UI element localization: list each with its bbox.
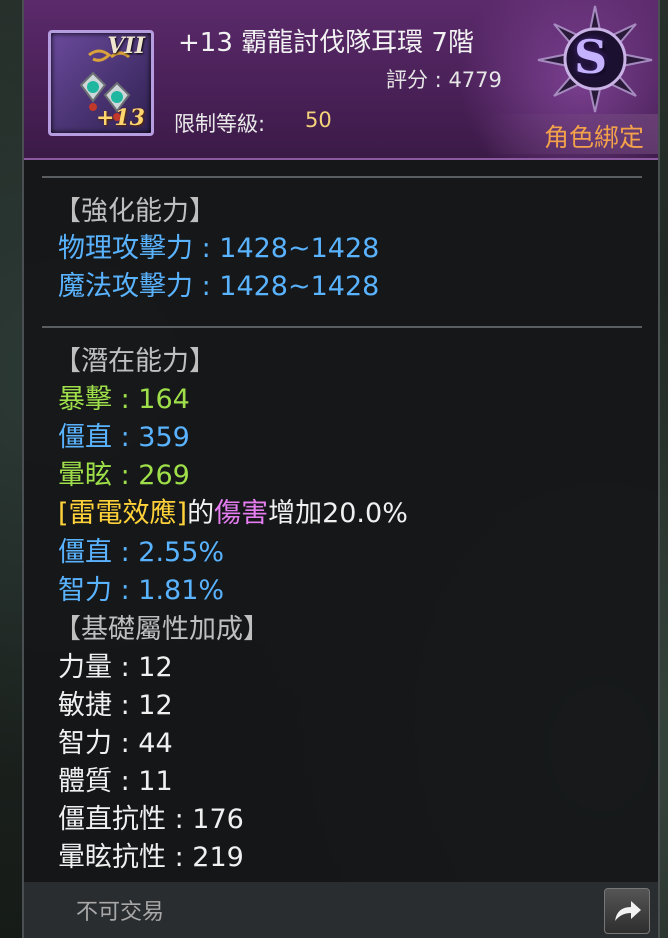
bind-status-label: 角色綁定: [543, 123, 644, 152]
effect-value: 增加20.0%: [268, 498, 408, 529]
base-stats-header: 【基礎屬性加成】: [54, 614, 270, 645]
item-enhance-label: +13: [95, 105, 145, 131]
level-requirement-value: 50: [305, 108, 332, 132]
intelligence-percent-stat: 智力 : 1.81%: [58, 575, 225, 606]
magic-attack-stat: 魔法攻擊力 : 1428~1428: [58, 271, 380, 302]
rank-badge: S: [536, 4, 654, 114]
share-arrow-icon: [615, 901, 641, 921]
item-score: 評分 : 4779: [386, 64, 502, 94]
level-requirement-label: 限制等級:: [174, 112, 266, 136]
earring-icon: VII +13: [48, 30, 154, 136]
enhance-header: 【強化能力】: [54, 196, 216, 227]
score-value: 4779: [448, 68, 502, 92]
intelligence-stat: 智力 : 44: [58, 728, 173, 759]
tooltip-footer: 不可交易: [24, 882, 658, 938]
rank-letter: S: [574, 30, 608, 84]
stiffness-resist-stat: 僵直抗性 : 176: [58, 804, 244, 835]
physical-attack-stat: 物理攻擊力 : 1428~1428: [58, 233, 380, 264]
strength-stat: 力量 : 12: [58, 652, 173, 683]
damage-word: 傷害: [214, 498, 269, 529]
trade-status: 不可交易: [76, 900, 165, 925]
stiffness-stat: 僵直 : 359: [58, 422, 190, 453]
item-title: +13 霸龍討伐隊耳環 7階: [178, 28, 474, 58]
crit-stat: 暴擊 : 164: [58, 384, 190, 415]
vitality-stat: 體質 : 11: [58, 766, 173, 797]
bind-status: 角色綁定: [480, 114, 658, 154]
item-tooltip: VII +13 +13 霸龍討伐隊耳環 7階 評分 : 4779 限制等級: 5…: [22, 0, 660, 938]
potential-header: 【潛在能力】: [54, 346, 216, 377]
share-button[interactable]: [604, 888, 650, 934]
item-grade-label: VII: [107, 33, 145, 59]
divider: [42, 176, 642, 178]
effect-connector: 的: [187, 498, 215, 529]
stun-resist-stat: 暈眩抗性 : 219: [58, 842, 244, 873]
skill-damage-effect: [雷電效應]的傷害增加20.0%: [58, 496, 408, 532]
agility-stat: 敏捷 : 12: [58, 690, 173, 721]
score-label: 評分 :: [386, 68, 449, 92]
skill-name: [雷電效應]: [58, 498, 188, 529]
stiffness-percent-stat: 僵直 : 2.55%: [58, 537, 225, 568]
divider: [42, 326, 642, 328]
tooltip-header: VII +13 +13 霸龍討伐隊耳環 7階 評分 : 4779 限制等級: 5…: [24, 0, 658, 160]
stun-stat: 暈眩 : 269: [58, 460, 190, 491]
